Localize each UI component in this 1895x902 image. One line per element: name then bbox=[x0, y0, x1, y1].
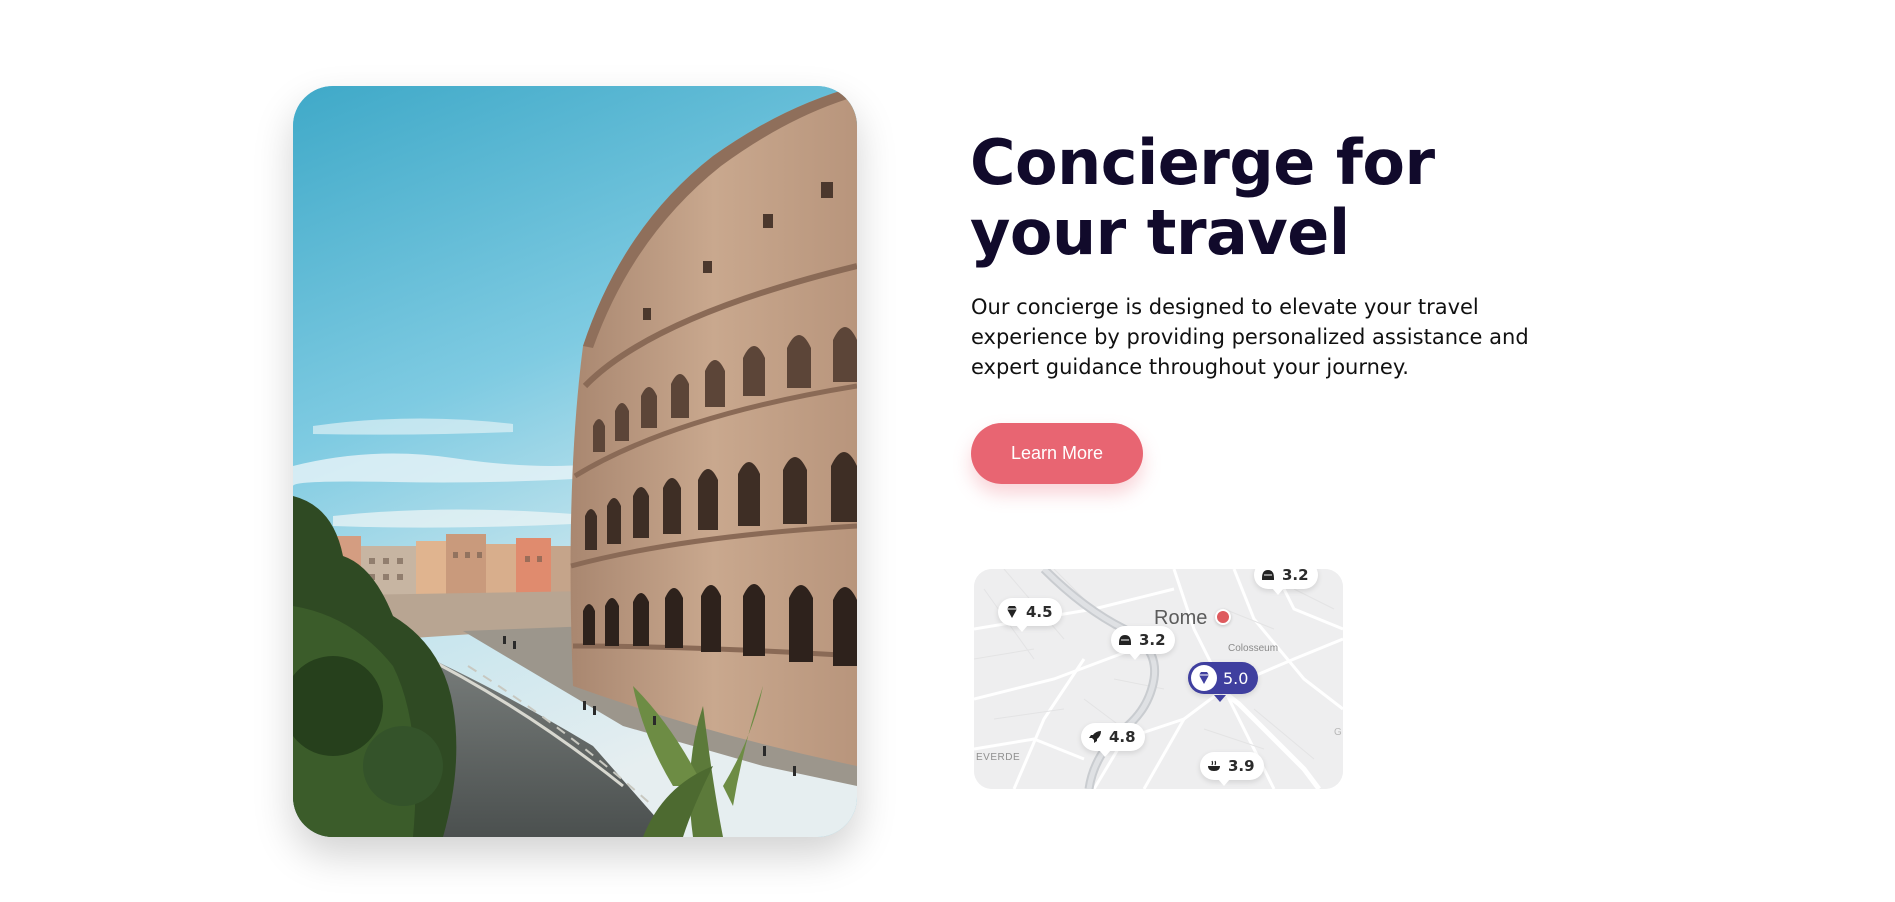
page-title: Concierge for your travel bbox=[970, 128, 1435, 268]
map-rating-pin[interactable]: 4.5 bbox=[998, 598, 1062, 632]
featured-icon-badge bbox=[1191, 665, 1217, 691]
map-rating-pin[interactable]: 4.8 bbox=[1081, 723, 1145, 757]
helmet-icon bbox=[1119, 635, 1131, 645]
helmet-icon bbox=[1262, 570, 1274, 580]
featured-rating-pin[interactable]: 5.0 bbox=[1188, 662, 1259, 702]
diamond-icon bbox=[1199, 672, 1209, 684]
map-district-label: EVERDE bbox=[976, 752, 1021, 763]
bowl-icon bbox=[1208, 760, 1220, 771]
map-landmark-label: Colosseum bbox=[1228, 643, 1279, 654]
map-card[interactable]: Rome Colosseum EVERDE G 4.5 3.2 3.2 5.0 … bbox=[974, 569, 1343, 789]
title-line-2: your travel bbox=[970, 196, 1350, 269]
map-district-label-partial: G bbox=[1334, 727, 1342, 738]
pin-rating: 3.2 bbox=[1139, 631, 1166, 649]
pin-rating: 4.5 bbox=[1026, 603, 1053, 621]
map-rating-pin[interactable]: 3.2 bbox=[1111, 626, 1175, 660]
colosseum-photo bbox=[293, 86, 857, 837]
map-rating-pin[interactable]: 3.9 bbox=[1200, 752, 1264, 786]
learn-more-button[interactable]: Learn More bbox=[971, 423, 1143, 484]
city-marker[interactable] bbox=[1215, 609, 1231, 625]
pin-rating: 4.8 bbox=[1109, 728, 1136, 746]
diamond-icon bbox=[1007, 606, 1017, 618]
title-line-1: Concierge for bbox=[970, 126, 1435, 199]
map-rating-pin[interactable]: 3.2 bbox=[1254, 569, 1318, 595]
pin-rating: 3.2 bbox=[1282, 569, 1309, 584]
pin-rating: 3.9 bbox=[1228, 757, 1255, 775]
pin-rating: 5.0 bbox=[1223, 668, 1249, 688]
hero-description: Our concierge is designed to elevate you… bbox=[971, 295, 1529, 379]
rocket-icon bbox=[1089, 731, 1101, 743]
page: Concierge for your travel Our concierge … bbox=[0, 0, 1895, 902]
